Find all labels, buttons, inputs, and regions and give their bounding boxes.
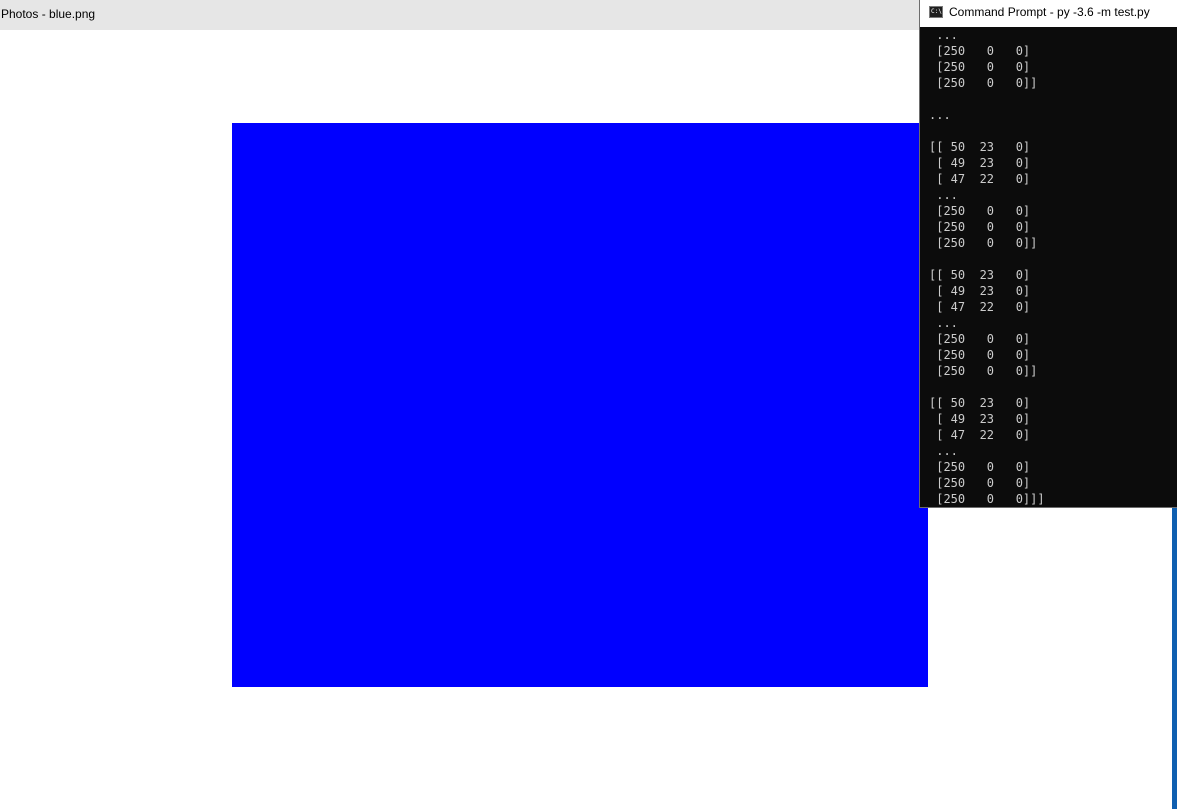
console-line: [ 47 22 0] — [929, 172, 1031, 186]
console-line: [250 0 0] — [929, 348, 1031, 362]
console-line: [250 0 0]] — [929, 236, 1038, 250]
console-line: [250 0 0] — [929, 332, 1031, 346]
console-line: [250 0 0] — [929, 460, 1031, 474]
command-prompt-window[interactable]: C:\ Command Prompt - py -3.6 -m test.py … — [919, 0, 1177, 508]
console-line: [ 49 23 0] — [929, 412, 1031, 426]
console-line: [250 0 0]]] — [929, 492, 1045, 506]
desktop-screen: Photos - blue.png C:\ Command Prompt - p… — [0, 0, 1177, 809]
console-line: ... — [929, 316, 958, 330]
photos-window-title: Photos - blue.png — [1, 7, 96, 21]
console-line: [[ 50 23 0] — [929, 396, 1031, 410]
console-line: ... — [929, 188, 958, 202]
console-line: [250 0 0] — [929, 204, 1031, 218]
console-output[interactable]: ... [250 0 0] [250 0 0] [250 0 0]]... [[ … — [929, 27, 1045, 507]
command-prompt-icon-glyph: C:\ — [931, 8, 942, 15]
console-line: [[ 50 23 0] — [929, 268, 1031, 282]
command-prompt-title-bar[interactable]: C:\ Command Prompt - py -3.6 -m test.py — [920, 0, 1177, 27]
console-line: [250 0 0] — [929, 220, 1031, 234]
console-line: [250 0 0] — [929, 476, 1031, 490]
console-line: [[ 50 23 0] — [929, 140, 1031, 154]
command-prompt-icon: C:\ — [929, 6, 943, 18]
console-line: [ 47 22 0] — [929, 300, 1031, 314]
console-line: [ 47 22 0] — [929, 428, 1031, 442]
console-line: [ 49 23 0] — [929, 156, 1031, 170]
console-line: [ 49 23 0] — [929, 284, 1031, 298]
console-line: [250 0 0]] — [929, 364, 1038, 378]
desktop-background-edge — [1172, 507, 1177, 809]
command-prompt-window-title: Command Prompt - py -3.6 -m test.py — [949, 5, 1150, 19]
console-line: [250 0 0] — [929, 60, 1031, 74]
displayed-image[interactable] — [232, 123, 928, 687]
console-line: ... — [929, 28, 958, 42]
console-line: [250 0 0]] — [929, 76, 1038, 90]
console-line: ... — [929, 444, 958, 458]
console-line: [250 0 0] — [929, 44, 1031, 58]
console-line: ... — [929, 108, 951, 122]
